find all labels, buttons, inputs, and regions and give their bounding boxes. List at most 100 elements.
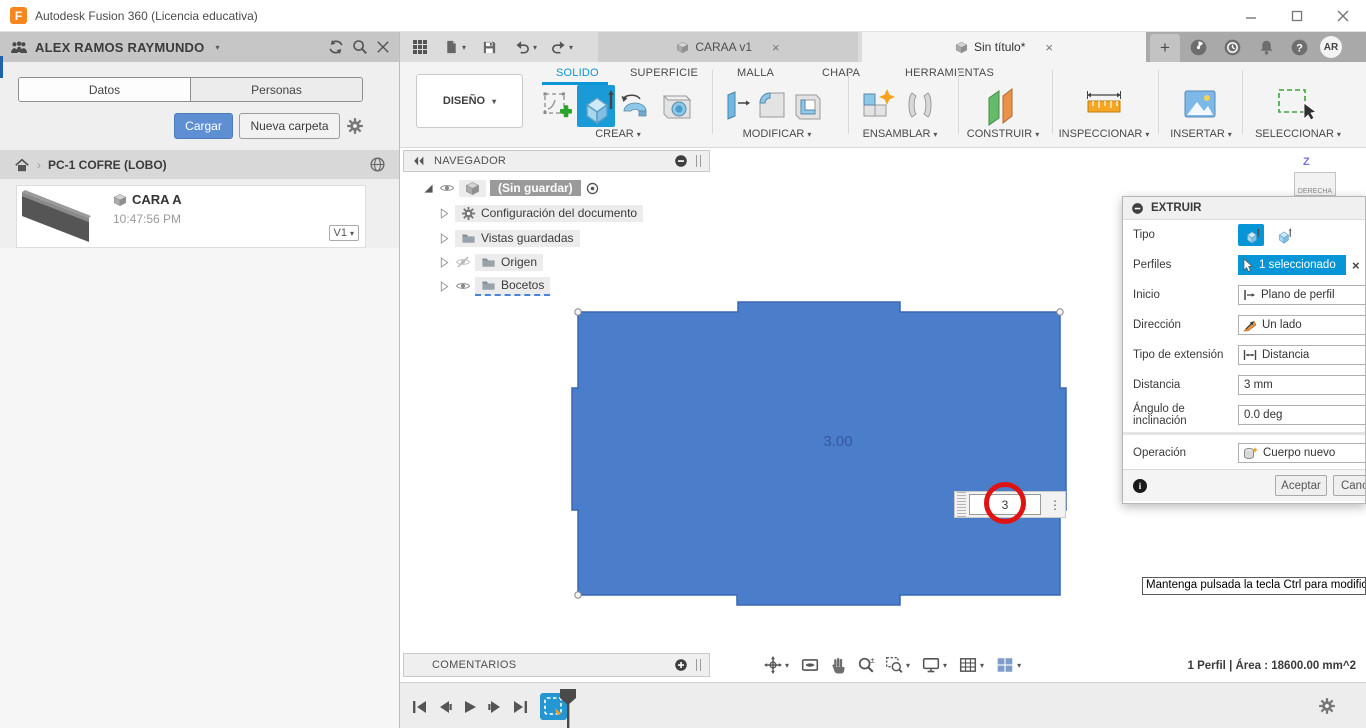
close-tab-icon[interactable]: × <box>1045 40 1053 55</box>
press-pull-icon[interactable] <box>720 89 752 121</box>
redo-caret-icon[interactable]: ▾ <box>569 43 573 52</box>
undo-caret-icon[interactable]: ▾ <box>533 43 537 52</box>
viewports-caret-icon[interactable]: ▾ <box>1017 661 1021 670</box>
hole-tool-icon[interactable] <box>658 89 692 121</box>
document-name[interactable]: CARA A <box>132 192 182 207</box>
grid-caret-icon[interactable]: ▾ <box>980 661 984 670</box>
timeline-position-marker[interactable] <box>558 689 578 728</box>
group-label-inspeccionar[interactable]: INSPECCIONAR ▾ <box>1058 128 1150 140</box>
zoom-window-icon[interactable] <box>885 656 903 674</box>
extensions-gauge-icon[interactable] <box>1190 39 1207 56</box>
version-chip[interactable]: V1 ▾ <box>328 225 359 241</box>
home-icon[interactable] <box>14 157 30 173</box>
select-tool-icon[interactable] <box>1276 87 1322 123</box>
undo-icon[interactable] <box>515 40 530 55</box>
viewport-canvas[interactable]: 3.00 NAVEGADOR (Sin guardar) Configuraci… <box>400 148 1366 682</box>
comments-panel-header[interactable]: COMENTARIOS <box>403 653 710 677</box>
create-sketch-icon[interactable] <box>542 87 574 123</box>
profiles-selection-chip[interactable]: 1 seleccionado <box>1238 255 1346 275</box>
document-card[interactable]: CARA A 10:47:56 PM V1 ▾ <box>16 185 366 248</box>
team-dropdown-icon[interactable]: ▾ <box>215 43 219 52</box>
close-button[interactable] <box>1320 0 1366 31</box>
zoom-window-caret-icon[interactable]: ▾ <box>906 661 910 670</box>
taper-angle-input[interactable] <box>1238 405 1365 425</box>
document-tab-caraa[interactable]: CARAA v1 × <box>598 32 858 62</box>
extrude-tool-selected[interactable] <box>577 85 615 127</box>
clear-selection-icon[interactable]: × <box>1352 258 1360 273</box>
collapsed-arrow-icon[interactable] <box>438 280 451 293</box>
tree-item-origin[interactable]: Origen <box>438 252 544 272</box>
orbit-caret-icon[interactable]: ▾ <box>785 661 789 670</box>
manipulator-drag-handle[interactable] <box>957 492 966 517</box>
timeline-step-back-icon[interactable] <box>437 699 453 715</box>
extrude-dialog-header[interactable]: EXTRUIR <box>1123 197 1365 220</box>
data-settings-gear-icon[interactable] <box>346 117 364 135</box>
group-label-seleccionar[interactable]: SELECCIONAR ▾ <box>1254 128 1342 140</box>
collapsed-arrow-icon[interactable] <box>438 256 451 269</box>
distance-input[interactable] <box>1238 375 1365 395</box>
app-grid-menu-icon[interactable] <box>412 39 428 55</box>
collapsed-arrow-icon[interactable] <box>438 232 451 245</box>
new-component-icon[interactable] <box>860 87 898 125</box>
expanded-arrow-icon[interactable] <box>422 182 435 195</box>
timeline-play-icon[interactable] <box>462 699 478 715</box>
joint-icon[interactable] <box>904 89 936 121</box>
visibility-off-eye-icon[interactable] <box>455 254 471 270</box>
orbit-icon[interactable] <box>764 656 782 674</box>
help-icon[interactable] <box>1291 39 1308 56</box>
direction-dropdown[interactable]: Un lado <box>1238 315 1365 335</box>
cancel-button[interactable]: Cancelar <box>1333 475 1365 496</box>
construct-plane-icon[interactable] <box>984 86 1018 126</box>
save-icon[interactable] <box>482 40 497 55</box>
visibility-eye-icon[interactable] <box>455 278 471 294</box>
collapse-all-icon[interactable] <box>674 154 688 168</box>
close-panel-icon[interactable] <box>376 40 390 54</box>
new-folder-button[interactable]: Nueva carpeta <box>239 113 340 139</box>
operation-dropdown[interactable]: Cuerpo nuevo <box>1238 443 1365 463</box>
collapse-panel-icon[interactable] <box>412 154 426 168</box>
ribbon-tab-malla[interactable]: MALLA <box>737 67 774 79</box>
collapse-dialog-icon[interactable] <box>1131 202 1144 215</box>
info-icon[interactable]: i <box>1133 478 1147 493</box>
file-menu-icon[interactable] <box>444 39 459 55</box>
activate-component-icon[interactable] <box>585 181 600 196</box>
team-icon[interactable] <box>10 39 27 56</box>
document-tab-sin-titulo[interactable]: Sin título* × <box>862 32 1146 62</box>
maximize-button[interactable] <box>1274 0 1320 31</box>
breadcrumb-folder[interactable]: PC-1 COFRE (LOBO) <box>48 158 167 172</box>
viewcube-face-label[interactable]: DERECHA <box>1298 188 1332 195</box>
tab-datos[interactable]: Datos <box>19 78 191 101</box>
display-settings-icon[interactable] <box>922 656 940 674</box>
ribbon-tab-herramientas[interactable]: HERRAMIENTAS <box>905 67 994 79</box>
tab-personas[interactable]: Personas <box>191 78 362 101</box>
panel-grip[interactable] <box>696 155 701 167</box>
viewcube[interactable]: DERECHA <box>1294 172 1336 196</box>
timeline-step-forward-icon[interactable] <box>487 699 503 715</box>
collapsed-arrow-icon[interactable] <box>438 207 451 220</box>
visibility-eye-icon[interactable] <box>439 180 455 196</box>
group-label-construir[interactable]: CONSTRUIR ▾ <box>966 128 1040 140</box>
timeline-go-start-icon[interactable] <box>412 699 428 715</box>
ribbon-tab-chapa[interactable]: CHAPA <box>822 67 860 79</box>
group-label-insertar[interactable]: INSERTAR ▾ <box>1170 128 1232 140</box>
team-name[interactable]: ALEX RAMOS RAYMUNDO <box>35 40 204 55</box>
add-comment-icon[interactable] <box>674 658 688 672</box>
manipulator-options-kebab-icon[interactable]: ⋮ <box>1049 498 1061 512</box>
timeline-settings-gear-icon[interactable] <box>1318 697 1336 715</box>
tree-item-sketches[interactable]: Bocetos <box>438 276 551 296</box>
file-menu-caret-icon[interactable]: ▾ <box>462 43 466 52</box>
group-label-modificar[interactable]: MODIFICAR ▾ <box>732 128 822 140</box>
ok-button[interactable]: Aceptar <box>1275 475 1327 496</box>
close-tab-icon[interactable]: × <box>772 40 780 55</box>
user-avatar[interactable]: AR <box>1320 36 1342 58</box>
panel-grip[interactable] <box>696 659 701 671</box>
tree-root-label[interactable]: (Sin guardar) <box>490 180 581 196</box>
zoom-icon[interactable] <box>857 656 876 674</box>
notifications-bell-icon[interactable] <box>1258 39 1275 56</box>
tree-item-saved-views[interactable]: Vistas guardadas <box>438 228 580 248</box>
group-label-ensamblar[interactable]: ENSAMBLAR ▾ <box>858 128 942 140</box>
look-at-icon[interactable] <box>801 656 819 674</box>
redo-icon[interactable] <box>551 40 566 55</box>
tree-item-doc-settings[interactable]: Configuración del documento <box>438 203 644 223</box>
minimize-button[interactable] <box>1228 0 1274 31</box>
